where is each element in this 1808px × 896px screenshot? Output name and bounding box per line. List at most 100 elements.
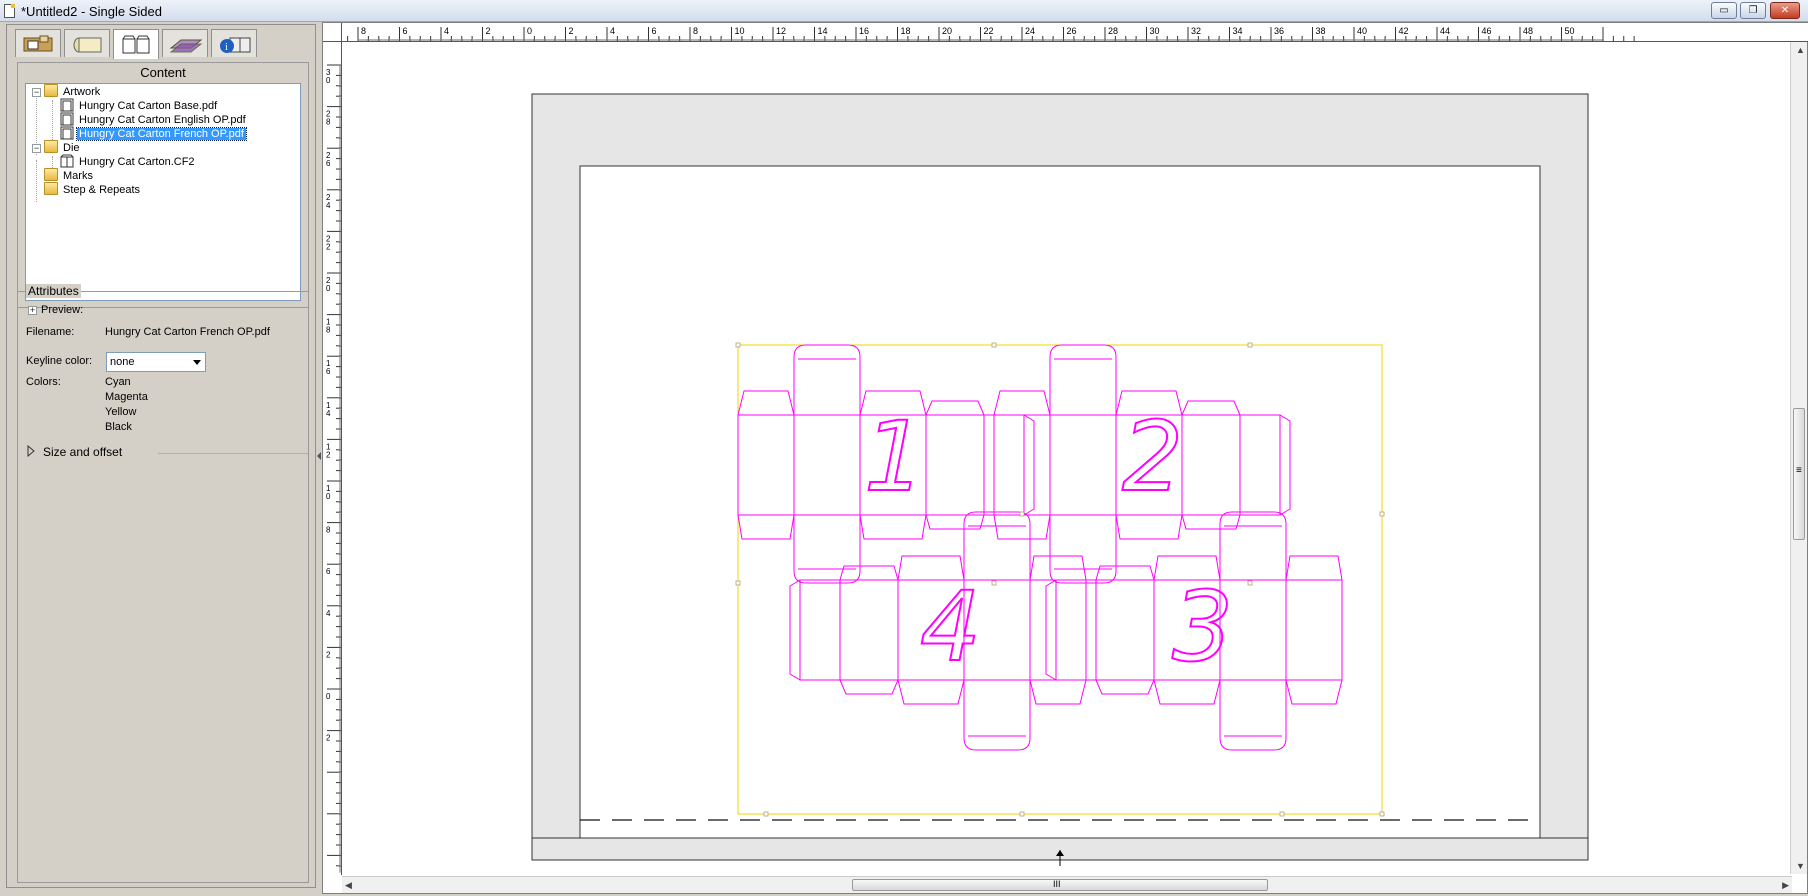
artwork-collapse-toggle[interactable]: −: [32, 88, 41, 97]
ruler-tick-label: 8: [326, 326, 331, 335]
tree-item-label: Hungry Cat Carton French OP.pdf: [76, 127, 247, 141]
die-file-icon: [60, 154, 74, 168]
selection-handle[interactable]: [1379, 811, 1385, 817]
tree-item-label: Die: [63, 142, 80, 154]
paper-sheet[interactable]: [579, 165, 1541, 839]
color-item: Black: [105, 421, 132, 433]
scroll-right-arrow-icon[interactable]: ▶: [1782, 880, 1789, 891]
tab-marks[interactable]: [162, 29, 208, 57]
ruler-tick-label: 44: [1440, 26, 1450, 36]
ruler-tick-label: 2: [326, 734, 331, 743]
vertical-ruler[interactable]: 3028262422201816141210864202: [323, 23, 342, 875]
selection-handle[interactable]: [1247, 342, 1253, 348]
tab-media[interactable]: [64, 29, 110, 57]
ruler-tick-label: 2: [326, 450, 331, 459]
scroll-grip-icon: III: [1053, 879, 1061, 889]
ruler-tick-label: 2: [326, 242, 331, 251]
ruler-tick-label: 4: [444, 26, 449, 36]
ruler-tick-label: 0: [326, 284, 331, 293]
tree-item-label: Hungry Cat Carton English OP.pdf: [79, 114, 246, 126]
restore-button[interactable]: ❐: [1740, 2, 1766, 19]
tab-content[interactable]: [113, 29, 159, 59]
window-title: *Untitled2 - Single Sided: [21, 4, 162, 19]
filename-label: Filename:: [26, 326, 75, 338]
horizontal-ruler[interactable]: 8 6 4 2 0 2 4 6 8 10 12 14 16 18 20 22 24 26 28 30 32 34 36 38 4…: [323, 23, 1808, 42]
job-folder-icon: [23, 35, 53, 52]
carton-number-label: 2: [1122, 401, 1183, 513]
horizontal-scroll-thumb[interactable]: III: [852, 879, 1268, 891]
carton-number-label: 4: [920, 571, 981, 683]
carton-number-label: 3: [1172, 571, 1233, 683]
ruler-tick-label: 6: [326, 367, 331, 376]
ruler-tick-label: 42: [1399, 26, 1409, 36]
ruler-tick-label: 18: [901, 26, 911, 36]
collapse-arrow-icon[interactable]: [317, 452, 321, 460]
selection-handle[interactable]: [991, 342, 997, 348]
keyline-color-select[interactable]: none: [106, 352, 206, 372]
tree-item-artwork-file-selected[interactable]: Hungry Cat Carton French OP.pdf: [60, 126, 247, 142]
color-item: Cyan: [105, 376, 131, 388]
section-divider: [158, 453, 308, 454]
ruler-tick-label: 6: [403, 26, 408, 36]
selection-handle[interactable]: [991, 580, 997, 586]
close-button[interactable]: ✕: [1770, 2, 1800, 19]
keyline-color-value: none: [110, 356, 135, 368]
ruler-tick-label: 26: [1067, 26, 1077, 36]
ruler-tick-label: 4: [326, 201, 331, 210]
selection-handle[interactable]: [1379, 511, 1385, 517]
ruler-tick-label: 8: [326, 118, 331, 127]
size-offset-section[interactable]: Size and offset: [43, 445, 122, 459]
content-tree[interactable]: − Artwork Hungry Cat Carton Base.pdf Hun…: [25, 83, 301, 301]
ruler-origin[interactable]: [323, 23, 342, 42]
selection-handle[interactable]: [1279, 811, 1285, 817]
ruler-tick-label: 14: [818, 26, 828, 36]
ruler-tick-label: 8: [326, 526, 331, 535]
minimize-button[interactable]: ▭: [1711, 2, 1737, 19]
ruler-tick-label: 8: [361, 26, 366, 36]
ruler-tick-label: 8: [693, 26, 698, 36]
scroll-grip-icon: ≡: [1796, 465, 1802, 476]
content-title: Content: [140, 65, 186, 80]
tree-item-label: Hungry Cat Carton.CF2: [79, 156, 195, 168]
ruler-tick-label: 48: [1523, 26, 1533, 36]
vertical-scroll-thumb[interactable]: ≡: [1793, 408, 1805, 540]
selection-handle[interactable]: [735, 580, 741, 586]
scroll-up-arrow-icon[interactable]: ▲: [1796, 45, 1805, 55]
carton-number-label: 1: [864, 401, 925, 513]
horizontal-scrollbar[interactable]: ◀ III ▶: [342, 876, 1792, 893]
scroll-down-arrow-icon[interactable]: ▼: [1796, 861, 1805, 871]
scroll-left-arrow-icon[interactable]: ◀: [345, 880, 352, 891]
ruler-tick-label: 10: [735, 26, 745, 36]
ruler-tick-label: 2: [486, 26, 491, 36]
filename-value: Hungry Cat Carton French OP.pdf: [105, 326, 270, 338]
press-sheet-view[interactable]: 1 2 4 3: [342, 42, 1792, 875]
selection-handle[interactable]: [735, 342, 741, 348]
tab-info[interactable]: i: [211, 29, 257, 57]
attributes-title: Attributes: [26, 284, 81, 298]
color-item: Magenta: [105, 391, 148, 403]
ruler-tick-label: 12: [776, 26, 786, 36]
ruler-tick-label: 2: [569, 26, 574, 36]
tree-item-step-repeats[interactable]: Step & Repeats: [44, 182, 142, 198]
ruler-tick-label: 20: [942, 26, 952, 36]
die-collapse-toggle[interactable]: −: [32, 144, 41, 153]
folder-icon: [44, 182, 58, 195]
document-icon: [4, 4, 15, 18]
selection-handle[interactable]: [1019, 511, 1025, 517]
folder-icon: [44, 84, 58, 97]
chevron-right-icon[interactable]: [27, 445, 36, 457]
ruler-tick-label: 50: [1565, 26, 1575, 36]
canvas-area[interactable]: 8 6 4 2 0 2 4 6 8 10 12 14 16 18 20 22 24 26 28 30 32 34 36 38 4…: [322, 22, 1808, 894]
ruler-tick-label: 0: [326, 492, 331, 501]
tab-job[interactable]: [15, 29, 61, 57]
left-panel: i Content − Artwork Hungry Cat Carton Ba…: [6, 24, 316, 888]
selection-handle[interactable]: [1019, 811, 1025, 817]
selection-handle[interactable]: [763, 811, 769, 817]
vertical-scrollbar[interactable]: ▲ ≡ ▼: [1790, 42, 1807, 874]
folder-icon: [44, 140, 58, 153]
keyline-color-label: Keyline color:: [26, 355, 93, 367]
ruler-tick-label: 46: [1482, 26, 1492, 36]
preview-expand-toggle[interactable]: +: [28, 306, 37, 315]
selection-handle[interactable]: [1247, 580, 1253, 586]
ruler-tick-label: 0: [326, 692, 331, 701]
